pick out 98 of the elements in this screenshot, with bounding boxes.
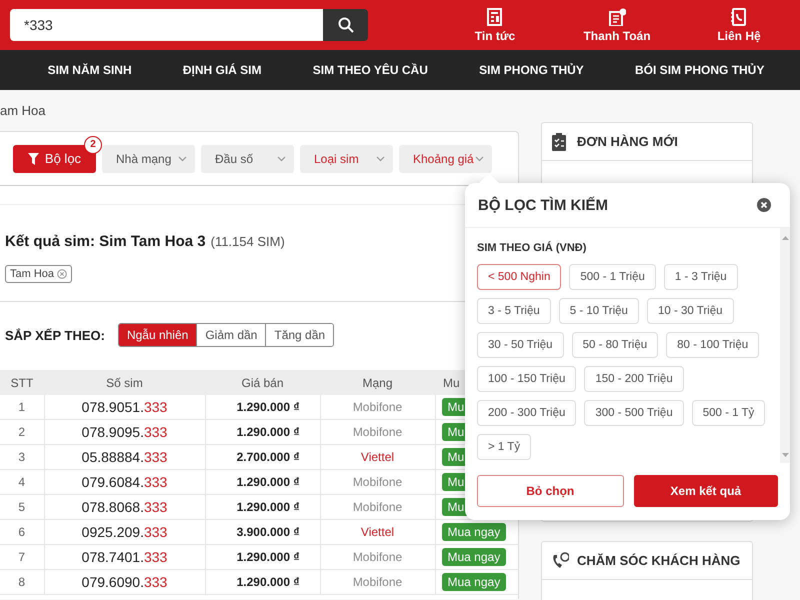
- sim-number: 0925.209.333: [44, 520, 205, 544]
- network-name: Mobifone: [320, 494, 435, 520]
- scroll-down-icon: [782, 453, 788, 457]
- network-name: Mobifone: [320, 570, 435, 594]
- search-icon: [338, 17, 354, 33]
- table-cell: 6: [0, 520, 44, 544]
- receipt-icon: [608, 8, 626, 26]
- price-chip[interactable]: 500 - 1 Triệu: [569, 264, 656, 290]
- column-header: Số sim: [44, 370, 205, 395]
- price-chip[interactable]: 150 - 200 Triệu: [584, 366, 684, 392]
- sim-number: 079.6084.333: [44, 470, 205, 494]
- price-chip[interactable]: 50 - 80 Triệu: [572, 332, 658, 358]
- table-cell: 5: [0, 494, 44, 520]
- price-chip[interactable]: 500 - 1 Tỷ: [692, 400, 766, 426]
- nav-link[interactable]: SIM THEO YÊU CẦU: [312, 63, 428, 77]
- price-chip[interactable]: 100 - 150 Triệu: [477, 366, 576, 392]
- sidebar-title: ĐƠN HÀNG MỚI: [577, 134, 678, 149]
- filter-dropdown[interactable]: Khoảng giá: [399, 144, 492, 172]
- filter-dropdown[interactable]: Nhà mạng: [102, 144, 195, 172]
- sim-number: 078.8068.333: [44, 494, 205, 520]
- buy-button[interactable]: Mua ngay: [442, 573, 506, 591]
- table-cell: 1.290.000 ₫: [205, 570, 320, 594]
- table-cell: 1.290.000 ₫: [205, 494, 320, 520]
- column-header: Giá bán: [205, 370, 320, 395]
- table-cell: 1.290.000 ₫: [205, 470, 320, 494]
- network-name: Mobifone: [320, 544, 435, 570]
- clipboard-icon: [551, 132, 569, 150]
- chevron-down-icon: [178, 156, 187, 162]
- network-name: Mobifone: [320, 470, 435, 494]
- network-name: Viettel: [320, 520, 435, 544]
- header-link[interactable]: Liên Hệ: [678, 8, 800, 42]
- table-cell: 7: [0, 544, 44, 570]
- count-badge: 2: [84, 136, 102, 154]
- price-chip[interactable]: 5 - 10 Triệu: [558, 298, 639, 324]
- clear-button[interactable]: Bỏ chọn: [477, 475, 624, 507]
- sim-number: 05.88884.333: [44, 444, 205, 470]
- phone-icon: [551, 552, 569, 570]
- table-cell: 2: [0, 420, 44, 444]
- network-name: Viettel: [320, 444, 435, 470]
- nav-link[interactable]: ĐỊNH GIÁ SIM: [182, 63, 262, 77]
- breadcrumb[interactable]: am Hoa: [0, 102, 519, 122]
- price-chip[interactable]: 300 - 500 Triệu: [584, 400, 684, 426]
- table-cell: 1.290.000 ₫: [205, 420, 320, 444]
- sim-number: 079.6090.333: [44, 570, 205, 594]
- sim-number: 078.9051.333: [44, 395, 205, 420]
- nav-link[interactable]: SIM PHONG THỦY: [479, 63, 584, 77]
- results-title: Kết quả sim: Sim Tam Hoa 3: [5, 233, 206, 250]
- scroll-up-icon: [782, 236, 788, 240]
- sidebar-title: CHĂM SÓC KHÁCH HÀNG: [577, 553, 740, 568]
- results-button[interactable]: Xem kết quả: [634, 475, 778, 507]
- buy-button[interactable]: Mua ngay: [442, 523, 506, 541]
- table-cell: 3: [0, 444, 44, 470]
- filter-dropdown[interactable]: Đầu số: [201, 144, 294, 172]
- popup-title: BỘ LỌC TÌM KIẾM: [478, 196, 608, 214]
- results-count: (11.154 SIM): [210, 234, 285, 249]
- sort-tab[interactable]: Tăng dần: [265, 324, 334, 346]
- network-name: Mobifone: [320, 420, 435, 444]
- price-chip[interactable]: 200 - 300 Triệu: [477, 400, 576, 426]
- price-chip[interactable]: 1 - 3 Triệu: [664, 264, 738, 290]
- sort-label: SẮP XẾP THEO:: [5, 328, 105, 342]
- price-chip[interactable]: 3 - 5 Triệu: [477, 298, 551, 324]
- header-link[interactable]: Tin tức: [434, 8, 556, 42]
- price-chip[interactable]: 10 - 30 Triệu: [646, 298, 734, 324]
- search-button[interactable]: [323, 9, 368, 41]
- price-chip[interactable]: > 1 Tỷ: [477, 434, 532, 460]
- sort-tab[interactable]: Ngẫu nhiên: [118, 324, 196, 346]
- chevron-down-icon: [376, 156, 385, 162]
- nav-link[interactable]: BÓI SIM PHONG THỦY: [635, 63, 764, 77]
- price-chip[interactable]: < 500 Nghin: [477, 264, 562, 290]
- table-cell: 1.290.000 ₫: [205, 544, 320, 570]
- section-label: SIM THEO GIÁ (VNĐ): [477, 242, 588, 254]
- column-header: Mạng: [320, 370, 435, 395]
- chevron-down-icon: [277, 156, 286, 162]
- contact-book-icon: [730, 8, 748, 26]
- newspaper-icon: [486, 8, 504, 26]
- nav-link[interactable]: SIM NĂM SINH: [48, 63, 132, 77]
- filter-tag[interactable]: Tam Hoa: [5, 265, 72, 283]
- close-icon: [757, 198, 771, 212]
- sim-number: 078.9095.333: [44, 420, 205, 444]
- table-cell: 2.700.000 ₫: [205, 444, 320, 470]
- buy-button[interactable]: Mua ngay: [442, 548, 506, 566]
- remove-icon: [57, 269, 68, 279]
- table-cell: 1: [0, 395, 44, 420]
- header-link[interactable]: Thanh Toán: [556, 8, 678, 42]
- network-name: Mobifone: [320, 395, 435, 420]
- table-cell: 1.290.000 ₫: [205, 395, 320, 420]
- chevron-down-icon: [475, 156, 484, 162]
- close-button[interactable]: [757, 198, 771, 212]
- sim-number: 078.7401.333: [44, 544, 205, 570]
- column-header: STT: [0, 370, 44, 395]
- search-field[interactable]: *333: [10, 9, 324, 41]
- price-chip[interactable]: 80 - 100 Triệu: [666, 332, 760, 358]
- filter-dropdown[interactable]: Loại sim: [300, 144, 393, 172]
- price-chip[interactable]: 30 - 50 Triệu: [477, 332, 564, 358]
- funnel-icon: [28, 152, 39, 164]
- table-cell: 3.900.000 ₫: [205, 520, 320, 544]
- table-cell: 4: [0, 470, 44, 494]
- table-cell: 8: [0, 570, 44, 594]
